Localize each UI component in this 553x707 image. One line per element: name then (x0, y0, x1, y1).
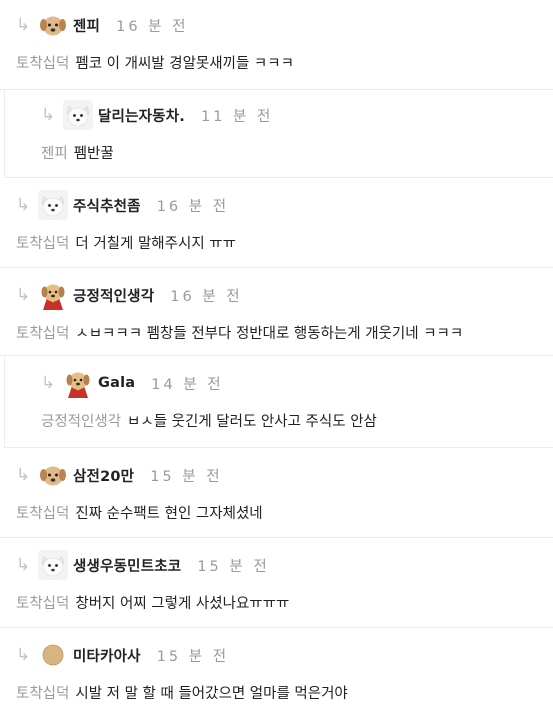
comment-time: 16 분 전 (116, 18, 189, 35)
comment-text: 더 거칠게 말해주시지 ㅠㅠ (75, 236, 236, 252)
comment-item: ↳ Gala 14 분 전 긍정적인생각 ㅂㅅ들 웃긴게 달러도 안사고 주식도 … (4, 356, 553, 448)
reply-arrow-icon: ↳ (16, 195, 31, 215)
comment-item: ↳ 주식추천좀 16 분 전 토착십덕 더 거칠게 말해주시지 ㅠㅠ (0, 178, 553, 268)
comment-time: 14 분 전 (151, 376, 224, 393)
reply-arrow-icon: ↳ (16, 555, 31, 575)
comment-time: 11 분 전 (200, 108, 274, 125)
comment-body: 토착십덕 펨코 이 개씨발 경알못새끼들 ㅋㅋㅋ (16, 52, 553, 73)
comment-nickname[interactable]: 삼전20만 (73, 465, 134, 486)
circle-avatar-icon[interactable] (38, 640, 68, 670)
comment-text: 시발 저 말 할 때 들어갔으면 얼마를 먹은거야 (75, 686, 348, 702)
comment-mention[interactable]: 긍정적인생각 (41, 414, 121, 430)
comment-body: 토착십덕 ㅅㅂㅋㅋㅋ 펨창들 전부다 정반대로 행동하는게 개웃기네 ㅋㅋㅋ (16, 322, 553, 343)
comment-text: 펨반꿀 (73, 146, 114, 162)
caped-puppy-icon[interactable] (38, 280, 68, 310)
comment-nickname[interactable]: 생생우동민트초코 (73, 555, 181, 576)
reply-arrow-icon: ↳ (41, 105, 56, 125)
comment-time: 16 분 전 (156, 198, 230, 215)
comment-item: ↳ 긍정적인생각 16 분 전 토착십덕 ㅅㅂㅋㅋㅋ 펨창들 전부다 정반대로 행… (0, 268, 553, 356)
comment-nickname[interactable]: 젠피 (73, 15, 100, 36)
comment-mention[interactable]: 토착십덕 (16, 236, 69, 252)
comment-mention[interactable]: 토착십덕 (16, 596, 69, 612)
comment-time: 15 분 전 (150, 468, 223, 485)
comment-time: 15 분 전 (156, 648, 230, 665)
comment-body: 긍정적인생각 ㅂㅅ들 웃긴게 달러도 안사고 주식도 안삼 (41, 410, 553, 431)
comment-nickname[interactable]: 달리는자동차. (98, 105, 185, 126)
comment-nickname[interactable]: 주식추천좀 (73, 195, 141, 216)
comment-item: ↳ 젠피 16 분 전 토착십덕 펨코 이 개씨발 경알못새끼들 ㅋㅋㅋ (0, 0, 553, 90)
comment-time: 15 분 전 (197, 558, 270, 575)
white-dog-icon[interactable] (63, 100, 93, 130)
comment-nickname[interactable]: 미타카아사 (73, 645, 141, 666)
puppy-icon[interactable] (38, 10, 68, 40)
comment-nickname[interactable]: 긍정적인생각 (73, 285, 154, 306)
comment-list: ↳ 젠피 16 분 전 토착십덕 펨코 이 개씨발 경알못새끼들 ㅋㅋㅋ ↳ 달리… (0, 0, 553, 707)
comment-mention[interactable]: 토착십덕 (16, 326, 69, 342)
comment-mention[interactable]: 젠피 (41, 146, 68, 162)
reply-arrow-icon: ↳ (16, 465, 31, 485)
comment-text: 창버지 어찌 그렇게 사셨나요ㅠㅠㅠ (75, 596, 290, 612)
comment-text: ㅅㅂㅋㅋㅋ 펨창들 전부다 정반대로 행동하는게 개웃기네 ㅋㅋㅋ (75, 326, 464, 342)
comment-body: 토착십덕 시발 저 말 할 때 들어갔으면 얼마를 먹은거야 (16, 682, 553, 703)
comment-body: 토착십덕 진짜 순수팩트 현인 그자체셨네 (16, 502, 553, 523)
comment-mention[interactable]: 토착십덕 (16, 56, 69, 72)
reply-arrow-icon: ↳ (41, 373, 56, 393)
comment-mention[interactable]: 토착십덕 (16, 686, 69, 702)
comment-text: 펨코 이 개씨발 경알못새끼들 ㅋㅋㅋ (75, 56, 294, 72)
caped-puppy-icon[interactable] (63, 368, 93, 398)
comment-item: ↳ 삼전20만 15 분 전 토착십덕 진짜 순수팩트 현인 그자체셨네 (0, 448, 553, 538)
reply-arrow-icon: ↳ (16, 15, 31, 35)
comment-text: 진짜 순수팩트 현인 그자체셨네 (75, 506, 263, 522)
comment-time: 16 분 전 (170, 288, 243, 305)
puppy-icon[interactable] (38, 460, 68, 490)
comment-nickname[interactable]: Gala (98, 375, 135, 391)
comment-text: ㅂㅅ들 웃긴게 달러도 안사고 주식도 안삼 (127, 414, 377, 430)
comment-body: 토착십덕 더 거칠게 말해주시지 ㅠㅠ (16, 232, 553, 253)
white-dog-icon[interactable] (38, 550, 68, 580)
comment-item: ↳ 생생우동민트초코 15 분 전 토착십덕 창버지 어찌 그렇게 사셨나요ㅠㅠㅠ (0, 538, 553, 628)
reply-arrow-icon: ↳ (16, 285, 31, 305)
comment-mention[interactable]: 토착십덕 (16, 506, 69, 522)
white-dog-icon[interactable] (38, 190, 68, 220)
comment-item: ↳ 미타카아사 15 분 전 토착십덕 시발 저 말 할 때 들어갔으면 얼마를 … (0, 628, 553, 707)
comment-body: 젠피 펨반꿀 (41, 142, 553, 163)
reply-arrow-icon: ↳ (16, 645, 31, 665)
comment-item: ↳ 달리는자동차. 11 분 전 젠피 펨반꿀 (4, 90, 553, 178)
comment-body: 토착십덕 창버지 어찌 그렇게 사셨나요ㅠㅠㅠ (16, 592, 553, 613)
